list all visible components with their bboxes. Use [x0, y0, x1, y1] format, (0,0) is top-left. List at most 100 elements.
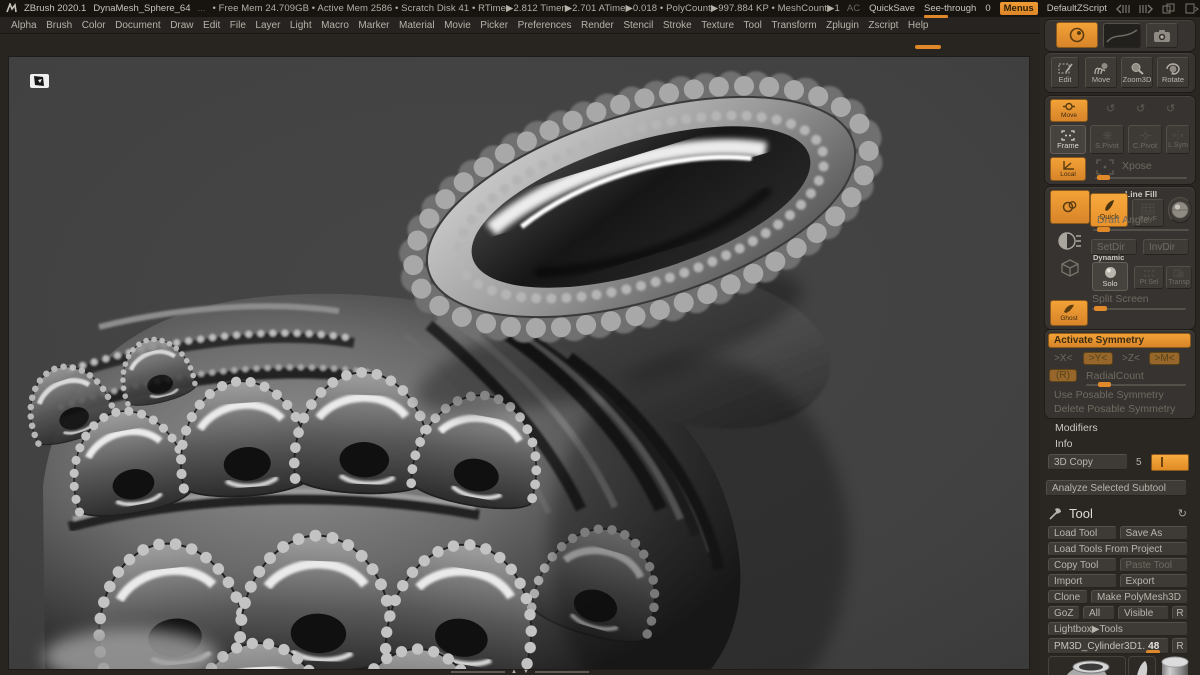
menu-item-alpha[interactable]: Alpha — [11, 20, 37, 31]
cylinder-tool-thumbnail[interactable] — [1158, 654, 1192, 675]
menu-item-transform[interactable]: Transform — [771, 20, 816, 31]
sym-x-button[interactable]: >X< — [1054, 353, 1072, 364]
menu-item-movie[interactable]: Movie — [444, 20, 471, 31]
rotate-ccw-icon[interactable]: ↺ — [1136, 102, 1145, 115]
quicksave-button[interactable]: QuickSave — [869, 3, 915, 14]
modifiers-label[interactable]: Modifiers — [1055, 422, 1098, 434]
menu-item-tool[interactable]: Tool — [744, 20, 762, 31]
gyro-move-button[interactable]: Move — [1050, 99, 1088, 122]
menu-item-texture[interactable]: Texture — [701, 20, 734, 31]
default-zscript-button[interactable]: DefaultZScript — [1047, 3, 1107, 14]
lightbox-tools-button[interactable]: Lightbox▶Tools — [1048, 622, 1188, 636]
info-label[interactable]: Info — [1055, 438, 1073, 450]
ghost-button[interactable]: Ghost — [1050, 300, 1088, 326]
document-canvas[interactable] — [8, 56, 1030, 670]
l-sym-button[interactable]: L.Sym — [1166, 125, 1190, 154]
active-tool-r-button[interactable]: R — [1172, 638, 1188, 654]
import-button[interactable]: Import — [1048, 574, 1117, 588]
move-canvas-button[interactable]: Move — [1085, 57, 1117, 88]
sym-z-button[interactable]: >Z< — [1122, 353, 1140, 364]
xpose-icon[interactable] — [1096, 159, 1114, 175]
bottom-tray-handle[interactable]: ▲ ▼ — [0, 668, 1040, 675]
menu-item-zscript[interactable]: Zscript — [868, 20, 898, 31]
menu-item-stencil[interactable]: Stencil — [623, 20, 653, 31]
divider-left-icon[interactable] — [1115, 4, 1130, 14]
copy-tool-button[interactable]: Copy Tool — [1048, 558, 1117, 572]
radial-count-nub[interactable] — [1098, 382, 1111, 387]
active-tool-slider[interactable]: PM3D_Cylinder3D1. 48 — [1048, 638, 1169, 654]
delete-posable-symmetry-button[interactable]: Delete Posable Symmetry — [1054, 403, 1175, 415]
scroll-mode-button[interactable] — [1050, 190, 1090, 224]
sculpted-model-viewport[interactable] — [9, 57, 1029, 669]
menu-item-stroke[interactable]: Stroke — [663, 20, 692, 31]
clone-button[interactable]: Clone — [1048, 590, 1088, 604]
see-through-slider-nub[interactable] — [924, 14, 949, 18]
zoom3d-button[interactable]: Zoom3D — [1121, 57, 1153, 88]
split-screen-slider-nub[interactable] — [1094, 306, 1107, 311]
radial-r-button[interactable]: (R) — [1049, 369, 1077, 382]
copy-3d-button[interactable]: 3D Copy — [1048, 454, 1128, 470]
local-button[interactable]: Local — [1050, 157, 1086, 181]
menu-item-edit[interactable]: Edit — [203, 20, 220, 31]
rotate-canvas-button[interactable]: Rotate — [1157, 57, 1189, 88]
make-polymesh3d-button[interactable]: Make PolyMesh3D — [1091, 590, 1188, 604]
xpose-slider-nub[interactable] — [1097, 175, 1110, 180]
copy-3d-input[interactable] — [1151, 454, 1189, 471]
document-zoom-widget[interactable] — [30, 74, 49, 88]
use-posable-symmetry-button[interactable]: Use Posable Symmetry — [1054, 389, 1164, 401]
s-pivot-button[interactable]: S.Pivot — [1090, 125, 1124, 154]
goz-all-button[interactable]: All — [1083, 606, 1115, 620]
analyze-selected-subtool-button[interactable]: Analyze Selected Subtool — [1046, 480, 1187, 496]
menu-item-material[interactable]: Material — [399, 20, 435, 31]
xpose-slider[interactable] — [1095, 175, 1187, 180]
menu-item-preferences[interactable]: Preferences — [518, 20, 572, 31]
transparency-cube-icon[interactable] — [1058, 256, 1082, 280]
menu-item-help[interactable]: Help — [908, 20, 929, 31]
save-as-button[interactable]: Save As — [1119, 526, 1188, 540]
current-tool-thumbnail[interactable] — [1048, 656, 1126, 675]
texture-thumbnail[interactable] — [1103, 23, 1141, 48]
copy-layout-icon[interactable] — [1162, 3, 1176, 14]
radial-count-slider[interactable] — [1086, 382, 1186, 387]
tray-arrow-down-icon[interactable]: ▼ — [523, 669, 529, 675]
divider-right-icon[interactable] — [1139, 4, 1153, 14]
sym-y-button[interactable]: >Y< — [1083, 352, 1113, 365]
menu-item-light[interactable]: Light — [290, 20, 312, 31]
export-button[interactable]: Export — [1119, 574, 1188, 588]
menu-item-file[interactable]: File — [230, 20, 246, 31]
load-tools-from-project-button[interactable]: Load Tools From Project — [1048, 542, 1188, 556]
rotate-ccw-icon[interactable]: ↺ — [1166, 102, 1175, 115]
goz-button[interactable]: GoZ — [1048, 606, 1080, 620]
draft-angle-slider[interactable] — [1093, 227, 1189, 232]
goz-visible-button[interactable]: Visible — [1118, 606, 1169, 620]
pt-sel-button[interactable]: Pt Sel — [1134, 266, 1164, 289]
menus-button[interactable]: Menus — [999, 2, 1038, 15]
frame-button[interactable]: Frame — [1050, 125, 1086, 154]
menu-item-picker[interactable]: Picker — [480, 20, 508, 31]
menu-item-render[interactable]: Render — [581, 20, 614, 31]
flat-shade-icon[interactable] — [1058, 230, 1082, 252]
secondary-tool-thumbnail[interactable] — [1128, 656, 1156, 675]
transp-button[interactable]: Transp — [1166, 266, 1192, 289]
menu-item-marker[interactable]: Marker — [358, 20, 389, 31]
menu-item-document[interactable]: Document — [115, 20, 161, 31]
activate-symmetry-button[interactable]: Activate Symmetry — [1048, 333, 1191, 348]
palette-layout-icon[interactable] — [1185, 3, 1199, 14]
material-sphere-button[interactable] — [1168, 197, 1192, 223]
current-brush-button[interactable] — [1056, 22, 1098, 48]
menu-item-color[interactable]: Color — [82, 20, 106, 31]
goz-r-button[interactable]: R — [1172, 606, 1188, 620]
tray-arrow-up-icon[interactable]: ▲ — [511, 669, 517, 675]
active-tool-slider-nub[interactable] — [1146, 650, 1160, 653]
draft-angle-slider-nub[interactable] — [1097, 227, 1110, 232]
menu-item-brush[interactable]: Brush — [46, 20, 72, 31]
c-pivot-button[interactable]: C.Pivot — [1128, 125, 1162, 154]
canvas-scrollbar-nub[interactable] — [915, 45, 941, 49]
menu-item-layer[interactable]: Layer — [255, 20, 280, 31]
paste-tool-button[interactable]: Paste Tool — [1119, 558, 1188, 572]
sym-m-button[interactable]: >M< — [1149, 352, 1180, 365]
camera-button[interactable] — [1146, 23, 1178, 48]
load-tool-button[interactable]: Load Tool — [1048, 526, 1117, 540]
refresh-icon[interactable]: ↻ — [1178, 507, 1187, 520]
see-through-slider[interactable]: See-through — [924, 3, 976, 18]
